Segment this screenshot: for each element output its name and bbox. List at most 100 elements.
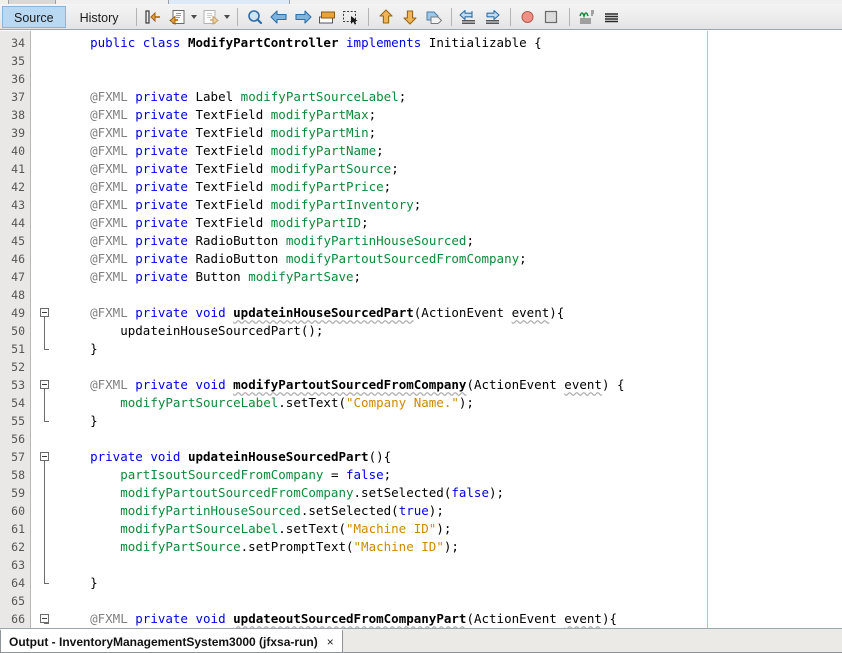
code-text: @FXML private RadioButton modifyPartoutS… bbox=[90, 251, 527, 266]
fold-range-end bbox=[44, 349, 49, 350]
toolbar-separator bbox=[236, 7, 238, 26]
arrow-left-blue-icon[interactable] bbox=[268, 6, 290, 27]
code-text: @FXML private void modifyPartoutSourcedF… bbox=[90, 377, 625, 392]
output-window-tab-bar: Output - InventoryManagementSystem3000 (… bbox=[0, 628, 842, 653]
line-number: 42 bbox=[11, 180, 25, 194]
bookmark-blue-icon[interactable] bbox=[423, 6, 445, 27]
macro-stop-icon[interactable] bbox=[600, 6, 622, 27]
fold-toggle-icon[interactable] bbox=[40, 614, 49, 623]
highlight-icon[interactable] bbox=[316, 6, 338, 27]
last-edit-icon[interactable] bbox=[143, 6, 165, 27]
fold-range-end bbox=[44, 583, 49, 584]
fold-range-end bbox=[44, 421, 49, 422]
shift-right-icon[interactable] bbox=[482, 6, 504, 27]
line-number: 34 bbox=[11, 36, 25, 50]
line-number: 52 bbox=[11, 360, 25, 374]
code-text: modifyPartSourceLabel.setText("Company N… bbox=[120, 395, 474, 410]
magnifier-icon[interactable] bbox=[244, 6, 266, 27]
fold-range-line bbox=[44, 317, 45, 349]
macro-record-icon[interactable] bbox=[576, 6, 598, 27]
shift-left-icon[interactable] bbox=[458, 6, 480, 27]
code-text: updateinHouseSourcedPart(); bbox=[120, 323, 324, 338]
arrow-right-blue-icon[interactable] bbox=[292, 6, 314, 27]
fold-toggle-icon[interactable] bbox=[40, 308, 49, 317]
line-number: 65 bbox=[11, 594, 25, 608]
line-number: 41 bbox=[11, 162, 25, 176]
editor-right-margin-area bbox=[708, 31, 842, 628]
arrow-down-orange-icon[interactable] bbox=[399, 6, 421, 27]
line-number: 64 bbox=[11, 576, 25, 590]
fold-range-line bbox=[44, 461, 45, 583]
code-text: @FXML private TextField modifyPartPrice; bbox=[90, 179, 392, 194]
line-number: 50 bbox=[11, 324, 25, 338]
line-number: 62 bbox=[11, 540, 25, 554]
line-number: 55 bbox=[11, 414, 25, 428]
code-text: @FXML private void updateoutSourcedFromC… bbox=[90, 611, 617, 626]
line-number: 46 bbox=[11, 252, 25, 266]
breakpoint-red-icon[interactable] bbox=[517, 6, 539, 27]
code-text: partIsoutSourcedFromCompany = false; bbox=[120, 467, 392, 482]
line-number: 58 bbox=[11, 468, 25, 482]
output-tab-label: Output - InventoryManagementSystem3000 (… bbox=[9, 634, 318, 649]
line-number: 51 bbox=[11, 342, 25, 356]
output-tab[interactable]: Output - InventoryManagementSystem3000 (… bbox=[0, 629, 343, 653]
code-text: public class ModifyPartController implem… bbox=[90, 35, 542, 50]
fold-range-end bbox=[44, 623, 49, 624]
doc-back-icon[interactable] bbox=[167, 6, 189, 27]
line-number: 40 bbox=[11, 144, 25, 158]
code-editor[interactable]: 34 public class ModifyPartController imp… bbox=[0, 31, 842, 628]
code-text: @FXML private TextField modifyPartID; bbox=[90, 215, 369, 230]
code-text: @FXML private RadioButton modifyPartinHo… bbox=[90, 233, 474, 248]
toolbar-separator bbox=[135, 7, 137, 26]
line-number: 48 bbox=[11, 288, 25, 302]
code-text: private void updateinHouseSourcedPart(){ bbox=[90, 449, 392, 464]
fold-toggle-icon[interactable] bbox=[40, 380, 49, 389]
code-text: } bbox=[60, 341, 98, 356]
fold-markers[interactable] bbox=[32, 31, 58, 628]
arrow-up-orange-icon[interactable] bbox=[375, 6, 397, 27]
fold-range-line bbox=[44, 389, 45, 421]
code-text: @FXML private void updateinHouseSourcedP… bbox=[90, 305, 565, 320]
toolbar-separator bbox=[450, 7, 452, 26]
code-text: @FXML private TextField modifyPartName; bbox=[90, 143, 384, 158]
line-number: 53 bbox=[11, 378, 25, 392]
line-number: 59 bbox=[11, 486, 25, 500]
tab-history[interactable]: History bbox=[68, 6, 131, 28]
line-number: 39 bbox=[11, 126, 25, 140]
close-icon[interactable]: × bbox=[325, 636, 336, 648]
toolbar-separator bbox=[568, 7, 570, 26]
line-number: 37 bbox=[11, 90, 25, 104]
line-number: 45 bbox=[11, 234, 25, 248]
line-number: 49 bbox=[11, 306, 25, 320]
line-number: 47 bbox=[11, 270, 25, 284]
line-number: 63 bbox=[11, 558, 25, 572]
rect-select-icon[interactable] bbox=[340, 6, 362, 27]
line-number: 54 bbox=[11, 396, 25, 410]
line-number: 36 bbox=[11, 72, 25, 86]
code-text: } bbox=[60, 575, 98, 590]
fold-toggle-icon[interactable] bbox=[40, 452, 49, 461]
line-number: 44 bbox=[11, 216, 25, 230]
code-text: modifyPartoutSourcedFromCompany.setSelec… bbox=[120, 485, 505, 500]
code-text: @FXML private TextField modifyPartMax; bbox=[90, 107, 377, 122]
right-margin-line bbox=[707, 31, 708, 628]
line-number: 60 bbox=[11, 504, 25, 518]
code-text: @FXML private TextField modifyPartMin; bbox=[90, 125, 377, 140]
line-number: 35 bbox=[11, 54, 25, 68]
code-text: } bbox=[60, 413, 98, 428]
line-number: 38 bbox=[11, 108, 25, 122]
stop-square-icon[interactable] bbox=[541, 6, 563, 27]
tab-source[interactable]: Source bbox=[2, 5, 66, 28]
code-text: modifyPartinHouseSourced.setSelected(tru… bbox=[120, 503, 444, 518]
code-text: modifyPartSource.setPromptText("Machine … bbox=[120, 539, 459, 554]
doc-forward-caret-down-icon[interactable] bbox=[223, 6, 232, 27]
line-number: 66 bbox=[11, 612, 25, 626]
line-number: 43 bbox=[11, 198, 25, 212]
doc-back-caret-down-icon[interactable] bbox=[190, 6, 199, 27]
doc-forward-icon[interactable] bbox=[200, 6, 222, 27]
code-text: @FXML private Button modifyPartSave; bbox=[90, 269, 362, 284]
output-tab-bar-filler bbox=[342, 629, 842, 653]
toolbar-separator bbox=[367, 7, 369, 26]
toolbar-separator bbox=[509, 7, 511, 26]
line-number: 57 bbox=[11, 450, 25, 464]
